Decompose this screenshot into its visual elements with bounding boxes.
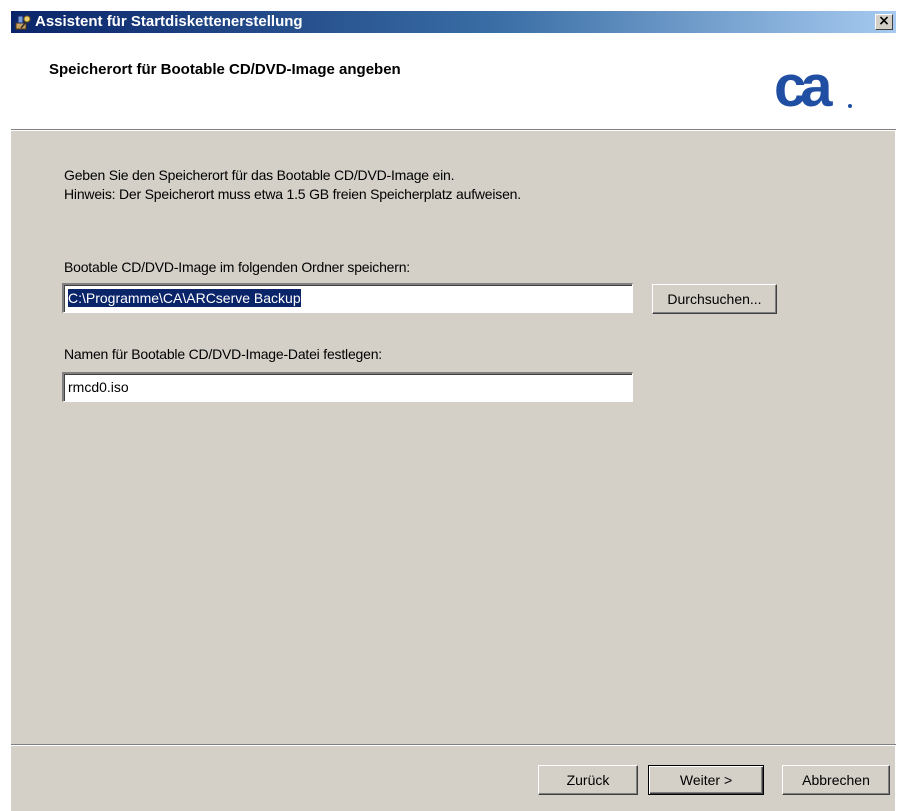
hint-text: Hinweis: Der Speicherort muss etwa 1.5 G… — [64, 186, 521, 202]
close-button[interactable]: × — [875, 14, 893, 30]
instruction-text: Geben Sie den Speicherort für das Bootab… — [64, 167, 455, 183]
title-bar[interactable]: Assistent für Startdiskettenerstellung × — [11, 11, 896, 33]
next-button[interactable]: Weiter > — [648, 765, 764, 795]
filename-label: Namen für Bootable CD/DVD-Image-Datei fe… — [64, 346, 382, 362]
back-button-label: Zurück — [566, 772, 610, 788]
folder-label: Bootable CD/DVD-Image im folgenden Ordne… — [64, 259, 410, 275]
wizard-app-icon — [15, 15, 31, 30]
header-divider — [11, 130, 896, 131]
browse-button[interactable]: Durchsuchen... — [652, 284, 777, 314]
wizard-window: Assistent für Startdiskettenerstellung ×… — [10, 10, 896, 811]
next-button-label: Weiter > — [679, 772, 733, 788]
browse-button-label: Durchsuchen... — [667, 291, 762, 307]
cancel-button[interactable]: Abbrechen — [782, 765, 890, 795]
close-icon: × — [878, 13, 890, 29]
wizard-header: Speicherort für Bootable CD/DVD-Image an… — [11, 33, 896, 130]
svg-text:ca: ca — [774, 60, 833, 116]
folder-path-value: C:\Programme\CA\ARCserve Backup — [68, 289, 301, 307]
cancel-button-label: Abbrechen — [802, 772, 870, 788]
page-title: Speicherort für Bootable CD/DVD-Image an… — [49, 61, 401, 78]
back-button[interactable]: Zurück — [538, 765, 638, 795]
folder-path-input[interactable]: C:\Programme\CA\ARCserve Backup — [62, 283, 633, 313]
window-title: Assistent für Startdiskettenerstellung — [35, 13, 303, 30]
filename-value: rmcd0.iso — [68, 379, 129, 395]
ca-logo: ca — [774, 60, 852, 116]
filename-input[interactable]: rmcd0.iso — [62, 372, 633, 402]
footer-separator — [11, 744, 896, 746]
